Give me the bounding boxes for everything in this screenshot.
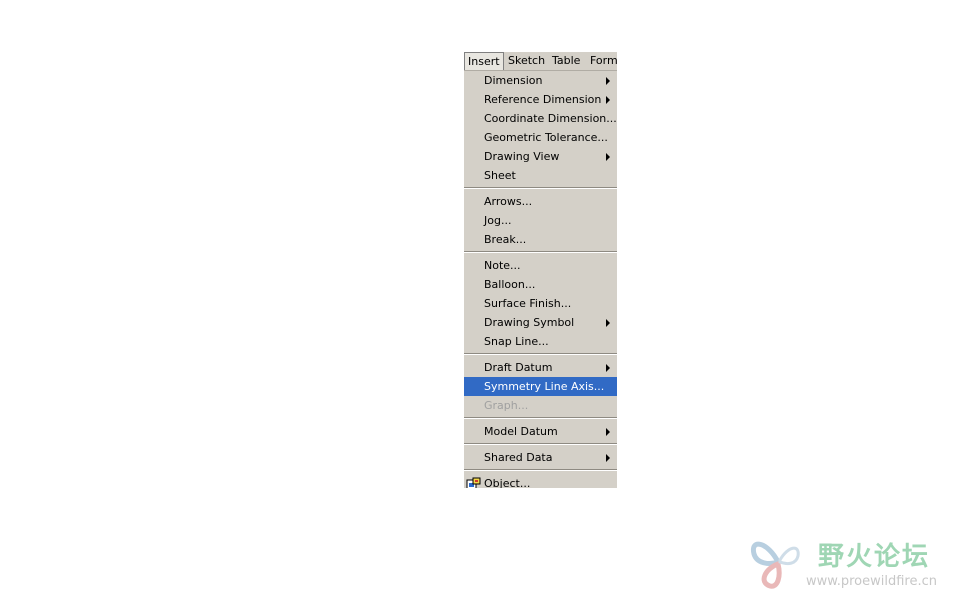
menu-separator bbox=[464, 185, 617, 192]
menu-item-label: Model Datum bbox=[484, 425, 558, 438]
menu-item-label: Graph... bbox=[484, 399, 529, 412]
menu-insert[interactable]: Insert bbox=[464, 52, 504, 70]
chevron-right-icon bbox=[606, 90, 612, 109]
menu-separator bbox=[464, 351, 617, 358]
menu-item-shared-data[interactable]: Shared Data bbox=[464, 448, 617, 467]
menu-item-label: Symmetry Line Axis... bbox=[484, 380, 605, 393]
menu-item-jog[interactable]: Jog... bbox=[464, 211, 617, 230]
menu-item-label: Snap Line... bbox=[484, 335, 549, 348]
menu-item-label: Arrows... bbox=[484, 195, 533, 208]
watermark-url: www.proewildfire.cn bbox=[806, 574, 937, 589]
menu-item-label: Drawing View bbox=[484, 150, 560, 163]
menu-item-draft-datum[interactable]: Draft Datum bbox=[464, 358, 617, 377]
screen: Insert Sketch Table Forma Dimension Refe… bbox=[0, 0, 960, 600]
menu-item-drawing-view[interactable]: Drawing View bbox=[464, 147, 617, 166]
menu-sketch[interactable]: Sketch bbox=[506, 52, 547, 70]
menu-item-object[interactable]: Object... bbox=[464, 474, 617, 488]
menu-table[interactable]: Table bbox=[550, 52, 582, 70]
menu-item-label: Surface Finish... bbox=[484, 297, 572, 310]
menu-item-drawing-symbol[interactable]: Drawing Symbol bbox=[464, 313, 617, 332]
menu-separator bbox=[464, 467, 617, 474]
watermark-title: 野火论坛 bbox=[818, 542, 931, 572]
menu-item-model-datum[interactable]: Model Datum bbox=[464, 422, 617, 441]
menu-item-label: Sheet bbox=[484, 169, 516, 182]
object-icon bbox=[466, 477, 481, 488]
forum-watermark: 野火论坛 www.proewildfire.cn bbox=[748, 534, 952, 594]
menu-item-coordinate-dimension[interactable]: Coordinate Dimension... bbox=[464, 109, 617, 128]
menu-separator bbox=[464, 415, 617, 422]
menu-item-balloon[interactable]: Balloon... bbox=[464, 275, 617, 294]
chevron-right-icon bbox=[606, 71, 612, 90]
menu-item-label: Jog... bbox=[484, 214, 512, 227]
menu-item-label: Note... bbox=[484, 259, 521, 272]
menu-item-label: Shared Data bbox=[484, 451, 553, 464]
menu-separator bbox=[464, 441, 617, 448]
menu-bar: Insert Sketch Table Forma bbox=[464, 52, 617, 71]
menu-item-label: Break... bbox=[484, 233, 527, 246]
menu-item-snap-line[interactable]: Snap Line... bbox=[464, 332, 617, 351]
menu-format[interactable]: Forma bbox=[588, 52, 617, 70]
menu-item-dimension[interactable]: Dimension bbox=[464, 71, 617, 90]
menu-item-label: Balloon... bbox=[484, 278, 536, 291]
insert-dropdown-menu: Dimension Reference Dimension Coordinate… bbox=[464, 71, 617, 488]
menu-item-reference-dimension[interactable]: Reference Dimension bbox=[464, 90, 617, 109]
menu-item-geometric-tolerance[interactable]: Geometric Tolerance... bbox=[464, 128, 617, 147]
menu-item-label: Coordinate Dimension... bbox=[484, 112, 617, 125]
menu-item-label: Dimension bbox=[484, 74, 543, 87]
chevron-right-icon bbox=[606, 147, 612, 166]
chevron-right-icon bbox=[606, 358, 612, 377]
menu-item-label: Geometric Tolerance... bbox=[484, 131, 608, 144]
menu-item-arrows[interactable]: Arrows... bbox=[464, 192, 617, 211]
menu-item-symmetry-line-axis[interactable]: Symmetry Line Axis... bbox=[464, 377, 617, 396]
chevron-right-icon bbox=[606, 422, 612, 441]
menu-separator bbox=[464, 249, 617, 256]
menu-item-break[interactable]: Break... bbox=[464, 230, 617, 249]
menu-item-surface-finish[interactable]: Surface Finish... bbox=[464, 294, 617, 313]
butterfly-logo-icon bbox=[748, 534, 812, 592]
menu-item-sheet[interactable]: Sheet bbox=[464, 166, 617, 185]
menu-item-label: Draft Datum bbox=[484, 361, 553, 374]
menu-item-graph: Graph... bbox=[464, 396, 617, 415]
chevron-right-icon bbox=[606, 448, 612, 467]
menu-item-note[interactable]: Note... bbox=[464, 256, 617, 275]
menu-item-label: Drawing Symbol bbox=[484, 316, 575, 329]
chevron-right-icon bbox=[606, 313, 612, 332]
menu-item-label: Object... bbox=[484, 477, 531, 488]
app-menu-area: Insert Sketch Table Forma Dimension Refe… bbox=[464, 52, 617, 488]
menu-item-label: Reference Dimension bbox=[484, 93, 602, 106]
